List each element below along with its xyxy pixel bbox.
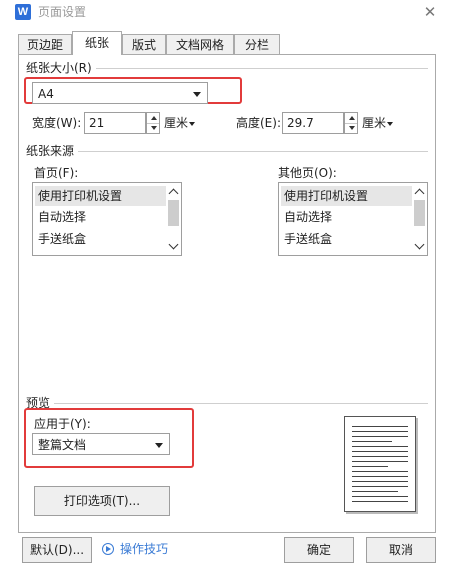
scrollbar[interactable] <box>166 183 181 255</box>
height-value: 29.7 <box>287 116 314 130</box>
chevron-up-icon[interactable] <box>414 187 425 199</box>
chevron-down-icon[interactable] <box>168 239 179 250</box>
preview-text-line <box>352 486 408 487</box>
width-stepper[interactable] <box>146 112 160 134</box>
scrollbar[interactable] <box>412 183 427 255</box>
height-input[interactable]: 29.7 <box>282 112 344 134</box>
paper-source-section-title: 纸张来源 <box>26 143 79 159</box>
tab-paper[interactable]: 纸张 <box>72 31 122 56</box>
decrement-icon[interactable] <box>147 123 159 133</box>
list-item[interactable]: 自动选择 <box>281 207 412 227</box>
height-label: 高度(E): <box>236 116 281 130</box>
default-button[interactable]: 默认(D)... <box>22 537 92 563</box>
scrollbar-thumb[interactable] <box>414 200 425 226</box>
first-page-tray-list[interactable]: 使用打印机设置 自动选择 手送纸盒 <box>32 182 182 256</box>
close-icon[interactable]: ✕ <box>420 3 440 21</box>
paper-size-select[interactable]: A4 <box>32 82 208 104</box>
chevron-down-icon <box>387 121 394 126</box>
preview-text-line <box>352 431 408 432</box>
title-bar: W 页面设置 ✕ <box>0 0 452 24</box>
other-pages-tray-list[interactable]: 使用打印机设置 自动选择 手送纸盒 <box>278 182 428 256</box>
preview-text-line <box>352 491 398 492</box>
tab-columns[interactable]: 分栏 <box>234 34 280 55</box>
scrollbar-thumb[interactable] <box>168 200 179 226</box>
chevron-up-icon[interactable] <box>168 187 179 199</box>
section-divider <box>26 403 428 404</box>
first-page-label: 首页(F): <box>34 166 79 180</box>
preview-text-line <box>352 446 408 447</box>
preview-text-line <box>352 481 408 482</box>
ok-button[interactable]: 确定 <box>284 537 354 563</box>
chevron-down-icon <box>189 121 196 126</box>
width-label: 宽度(W): <box>32 116 82 130</box>
paper-size-value: A4 <box>38 87 54 101</box>
list-item[interactable]: 使用打印机设置 <box>35 186 166 206</box>
tab-margins[interactable]: 页边距 <box>18 34 72 55</box>
apply-to-value: 整篇文档 <box>38 438 87 452</box>
list-item[interactable]: 手送纸盒 <box>281 229 412 249</box>
width-value: 21 <box>89 116 105 130</box>
section-divider <box>26 151 428 152</box>
preview-text-line <box>352 451 408 452</box>
chevron-down-icon <box>155 443 163 448</box>
preview-text-line <box>352 466 388 467</box>
play-circle-icon[interactable] <box>102 543 114 555</box>
wps-writer-icon: W <box>15 4 31 20</box>
width-unit-dropdown[interactable]: 厘米 <box>164 115 196 131</box>
tab-document-grid[interactable]: 文档网格 <box>166 34 234 55</box>
tips-link[interactable]: 操作技巧 <box>120 541 168 557</box>
chevron-down-icon <box>193 92 201 97</box>
print-options-button[interactable]: 打印选项(T)... <box>34 486 170 516</box>
apply-to-label: 应用于(Y): <box>34 417 91 431</box>
preview-text-line <box>352 456 408 457</box>
paper-size-section-title: 纸张大小(R) <box>26 60 96 76</box>
preview-text-line <box>352 441 392 442</box>
list-item[interactable]: 手送纸盒 <box>35 229 166 249</box>
list-item[interactable]: 自动选择 <box>35 207 166 227</box>
page-preview <box>344 416 416 512</box>
decrement-icon[interactable] <box>345 123 357 133</box>
preview-text-line <box>352 471 408 472</box>
list-item[interactable]: 使用打印机设置 <box>281 186 412 206</box>
height-unit-dropdown[interactable]: 厘米 <box>362 115 394 131</box>
preview-text-line <box>352 436 408 437</box>
height-stepper[interactable] <box>344 112 358 134</box>
width-input[interactable]: 21 <box>84 112 146 134</box>
tab-layout[interactable]: 版式 <box>122 34 166 55</box>
preview-text-line <box>352 501 408 502</box>
preview-text-line <box>352 461 408 462</box>
chevron-down-icon[interactable] <box>414 239 425 250</box>
preview-text-line <box>352 496 408 497</box>
cancel-button[interactable]: 取消 <box>366 537 436 563</box>
other-pages-label: 其他页(O): <box>278 166 337 180</box>
preview-text-line <box>352 476 408 477</box>
preview-text-line <box>352 426 408 427</box>
dialog-title: 页面设置 <box>38 5 87 19</box>
apply-to-select[interactable]: 整篇文档 <box>32 433 170 455</box>
